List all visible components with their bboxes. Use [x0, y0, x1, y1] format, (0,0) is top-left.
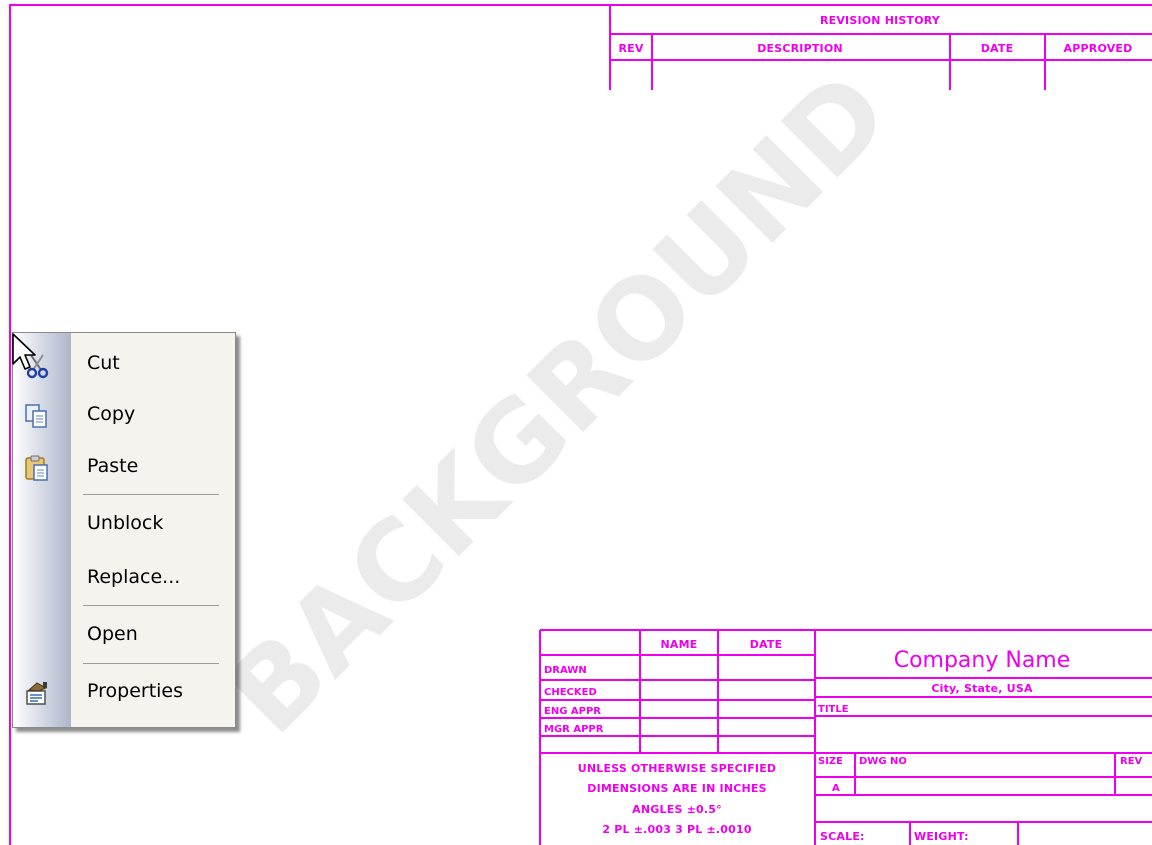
rev-col-header: REV — [618, 42, 643, 55]
date-col-header: DATE — [981, 42, 1014, 55]
approvals-date-header: DATE — [750, 638, 783, 651]
dwg-no-label: DWG NO — [859, 756, 907, 767]
title-label: TITLE — [818, 704, 849, 715]
menu-item-copy-label: Copy — [87, 403, 136, 425]
rev-label: REV — [1120, 756, 1143, 767]
menu-item-paste[interactable]: Paste — [13, 444, 235, 488]
watermark-text: BACKGROUND — [203, 48, 913, 758]
menu-item-open[interactable]: Open — [13, 612, 235, 656]
revision-history-title: REVISION HISTORY — [820, 14, 941, 27]
company-name: Company Name — [894, 648, 1071, 673]
company-address: City, State, USA — [931, 682, 1033, 695]
mouse-pointer-icon — [12, 333, 36, 370]
menu-item-unblock[interactable]: Unblock — [13, 501, 235, 545]
menu-item-unblock-label: Unblock — [87, 512, 164, 534]
menu-item-cut-label: Cut — [87, 352, 120, 374]
tolerance-line-1: UNLESS OTHERWISE SPECIFIED — [578, 762, 777, 775]
menu-separator — [83, 605, 219, 606]
copy-icon — [23, 402, 51, 428]
approved-col-header: APPROVED — [1064, 42, 1133, 55]
menu-item-replace-label: Replace... — [87, 566, 181, 588]
paste-icon — [23, 454, 51, 481]
approval-row-drawn: DRAWN — [544, 665, 587, 676]
menu-item-properties[interactable]: Properties — [13, 669, 235, 713]
menu-item-cut[interactable]: Cut — [13, 341, 235, 385]
approval-row-mgr-appr: MGR APPR — [544, 724, 604, 735]
scale-label: SCALE: — [820, 830, 865, 843]
menu-item-open-label: Open — [87, 623, 138, 645]
weight-label: WEIGHT: — [914, 830, 969, 843]
approvals-name-header: NAME — [661, 638, 698, 651]
approval-row-eng-appr: ENG APPR — [544, 706, 601, 717]
description-col-header: DESCRIPTION — [757, 42, 843, 55]
tolerance-line-3: ANGLES ±0.5° — [632, 803, 722, 816]
menu-item-properties-label: Properties — [87, 680, 184, 702]
menu-item-paste-label: Paste — [87, 455, 139, 477]
size-label: SIZE — [818, 756, 843, 767]
tolerance-line-2: DIMENSIONS ARE IN INCHES — [587, 782, 766, 795]
menu-separator — [83, 663, 219, 664]
tolerance-line-4: 2 PL ±.003 3 PL ±.0010 — [602, 823, 752, 836]
size-value: A — [832, 783, 840, 794]
menu-separator — [83, 494, 219, 495]
approval-row-checked: CHECKED — [544, 687, 597, 698]
properties-icon — [23, 679, 51, 705]
menu-item-copy[interactable]: Copy — [13, 392, 235, 436]
menu-item-replace[interactable]: Replace... — [13, 555, 235, 599]
context-menu: Cut Copy Paste Unblock Replace... Open P… — [12, 332, 236, 728]
